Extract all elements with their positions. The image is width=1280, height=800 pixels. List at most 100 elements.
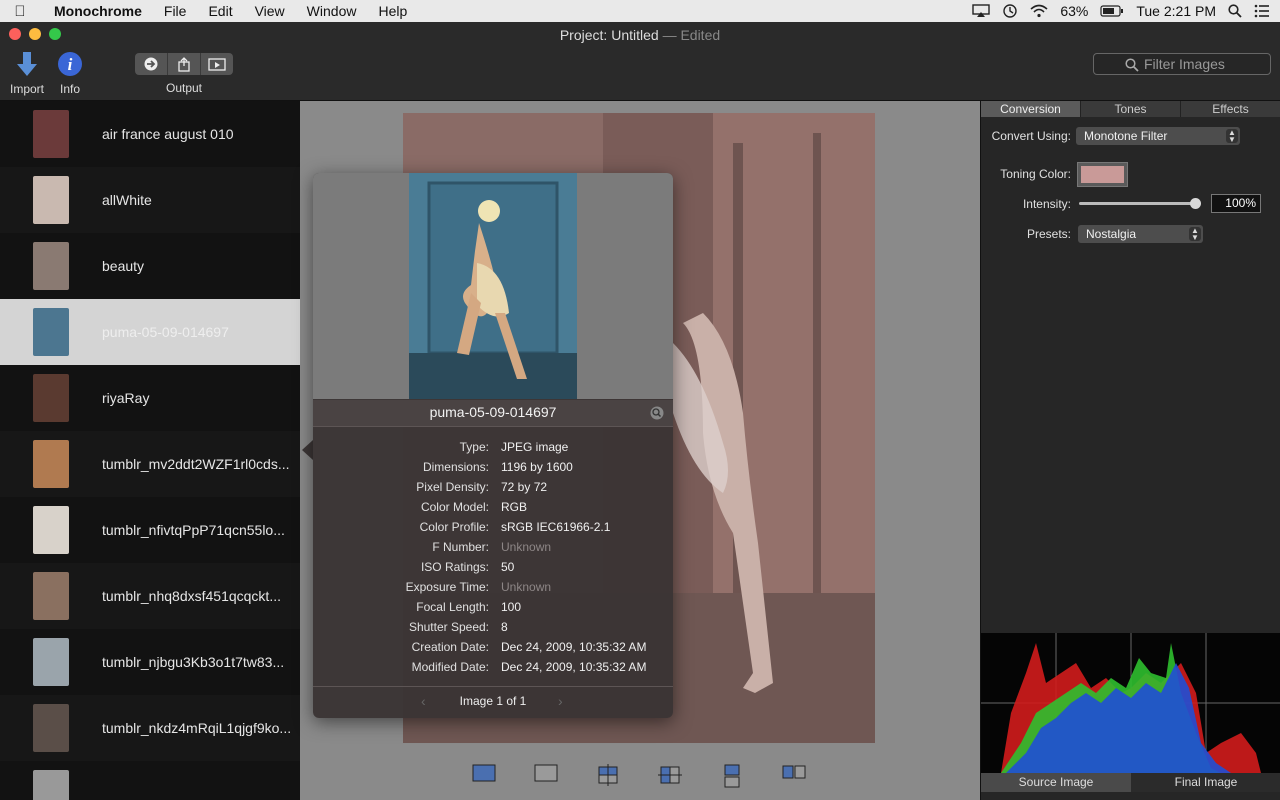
menu-app[interactable]: Monochrome	[40, 3, 153, 19]
menu-help[interactable]: Help	[367, 3, 418, 19]
battery-percent: 63%	[1060, 3, 1089, 19]
image-thumbnail	[33, 440, 69, 488]
status-area: 63% Tue 2:21 PM	[972, 0, 1270, 22]
popover-footer: ‹ Image 1 of 1 ›	[313, 686, 673, 716]
split-horizontal-icon[interactable]	[596, 764, 620, 786]
list-item[interactable]: puma-05-09-014697	[0, 299, 300, 365]
popover-title-text: puma-05-09-014697	[429, 404, 557, 420]
tab-final-image[interactable]: Final Image	[1131, 773, 1280, 792]
intensity-slider-knob[interactable]	[1190, 198, 1201, 209]
histogram-tabs: Source Image Final Image	[981, 773, 1280, 792]
window-title-label: Project:	[559, 27, 608, 43]
metadata-key: Dimensions:	[422, 460, 489, 474]
image-metadata-list: Type: JPEG image Dimensions: 1196 by 1600 Pi…	[313, 437, 673, 677]
wifi-icon[interactable]	[1030, 4, 1048, 18]
info-button[interactable]: i Info	[54, 50, 86, 96]
filter-placeholder: Filter Images	[1144, 56, 1225, 72]
metadata-row: Color Profile: sRGB IEC61966-2.1	[313, 517, 673, 537]
output-slideshow-button[interactable]	[201, 53, 233, 75]
apple-menu-icon[interactable]: 	[0, 3, 40, 20]
metadata-row: Type: JPEG image	[313, 437, 673, 457]
metadata-key: Exposure Time:	[405, 580, 489, 594]
metadata-value: 8	[501, 620, 508, 634]
menu-file[interactable]: File	[153, 3, 198, 19]
image-name: tumblr_njbgu3Kb3o1t7tw83...	[102, 654, 285, 670]
airplay-icon[interactable]	[972, 4, 991, 18]
output-export-button[interactable]	[135, 53, 168, 75]
list-item[interactable]: riyaRay	[0, 365, 300, 431]
metadata-key: Shutter Speed:	[408, 620, 489, 634]
popover-thumbnail	[409, 173, 577, 399]
next-image-icon[interactable]: ›	[558, 687, 563, 715]
list-item[interactable]: tumblr_njbgu3Kb3o1t7tw83...	[0, 629, 300, 695]
original-view-icon[interactable]	[534, 764, 558, 782]
metadata-value: Dec 24, 2009, 10:35:32 AM	[501, 660, 647, 674]
metadata-key: Color Model:	[420, 500, 489, 514]
intensity-field[interactable]: 100%	[1211, 194, 1261, 213]
export-arrow-icon	[144, 57, 158, 71]
image-thumbnail	[33, 242, 69, 290]
metadata-row: Pixel Density: 72 by 72	[313, 477, 673, 497]
list-item[interactable]: allWhite	[0, 167, 300, 233]
metadata-row: Shutter Speed: 8	[313, 617, 673, 637]
menu-window[interactable]: Window	[296, 3, 368, 19]
import-label: Import	[9, 82, 44, 96]
metadata-key: Type:	[459, 440, 489, 454]
presets-value: Nostalgia	[1086, 227, 1137, 241]
metadata-row: F Number: Unknown	[313, 537, 673, 557]
list-item[interactable]: tumblr_mv2ddt2WZF1rl0cds...	[0, 431, 300, 497]
image-thumbnail	[33, 176, 69, 224]
list-item[interactable]: tumblr_nhq8dxsf451qcqckt...	[0, 563, 300, 629]
tab-effects[interactable]: Effects	[1181, 101, 1280, 117]
metadata-row: Focal Length: 100	[313, 597, 673, 617]
clock[interactable]: Tue 2:21 PM	[1136, 3, 1216, 19]
menu-edit[interactable]: Edit	[197, 3, 243, 19]
list-item[interactable]: tumblr_nfivtqPpP71qcn55lo...	[0, 497, 300, 563]
list-item[interactable]: air france august 010	[0, 101, 300, 167]
presets-label: Presets:	[1026, 227, 1071, 241]
tab-source-image[interactable]: Source Image	[981, 773, 1131, 792]
metadata-row: Exposure Time: Unknown	[313, 577, 673, 597]
filter-images-search[interactable]: Filter Images	[1093, 53, 1271, 75]
popup-chevron-icon: ▲ ▼	[1189, 227, 1201, 242]
presets-popup[interactable]: Nostalgia ▲ ▼	[1078, 225, 1203, 243]
histogram	[981, 633, 1280, 773]
previous-image-icon[interactable]: ‹	[421, 687, 426, 715]
time-machine-icon[interactable]	[1002, 3, 1018, 19]
intensity-slider[interactable]	[1079, 202, 1199, 205]
split-vertical-icon[interactable]	[658, 764, 682, 786]
image-info-popover: puma-05-09-014697 Type: JPEG image Dimensi…	[313, 173, 673, 718]
menu-view[interactable]: View	[244, 3, 296, 19]
window-title-status: — Edited	[662, 27, 721, 43]
list-item[interactable]: tumblr_nkdz4mRqiL1qjgf9ko...	[0, 695, 300, 761]
popup-chevron-icon: ▲ ▼	[1226, 129, 1238, 144]
tab-tones[interactable]: Tones	[1081, 101, 1181, 117]
adjustments-panel: Conversion Tones Effects Convert Using: …	[980, 101, 1280, 800]
histogram-graph	[981, 633, 1280, 773]
popover-preview	[313, 173, 673, 399]
output-share-button[interactable]	[168, 53, 201, 75]
list-item[interactable]: beauty	[0, 233, 300, 299]
metadata-value: RGB	[501, 500, 528, 514]
metadata-key: Pixel Density:	[416, 480, 489, 494]
metadata-key: Modified Date:	[411, 660, 489, 674]
metadata-value: Unknown	[501, 580, 552, 594]
zoom-search-icon[interactable]	[650, 406, 664, 420]
play-slideshow-icon	[208, 57, 226, 71]
side-by-side-icon[interactable]	[782, 764, 806, 780]
tab-conversion[interactable]: Conversion	[981, 101, 1081, 117]
import-button[interactable]: Import	[6, 50, 48, 96]
single-view-icon[interactable]	[472, 764, 496, 782]
spotlight-icon[interactable]	[1228, 4, 1242, 18]
image-name: tumblr_nfivtqPpP71qcn55lo...	[102, 522, 285, 538]
convert-using-popup[interactable]: Monotone Filter ▲ ▼	[1076, 127, 1240, 145]
stacked-view-icon[interactable]	[724, 764, 740, 788]
metadata-key: Color Profile:	[419, 520, 489, 534]
battery-icon[interactable]	[1100, 5, 1124, 17]
window-title: Project: Untitled — Edited	[0, 27, 1280, 43]
notification-center-icon[interactable]	[1254, 4, 1270, 18]
list-item[interactable]	[0, 761, 300, 800]
import-arrow-icon	[13, 50, 41, 78]
toning-color-well[interactable]	[1077, 162, 1128, 187]
metadata-value: 100	[501, 600, 522, 614]
